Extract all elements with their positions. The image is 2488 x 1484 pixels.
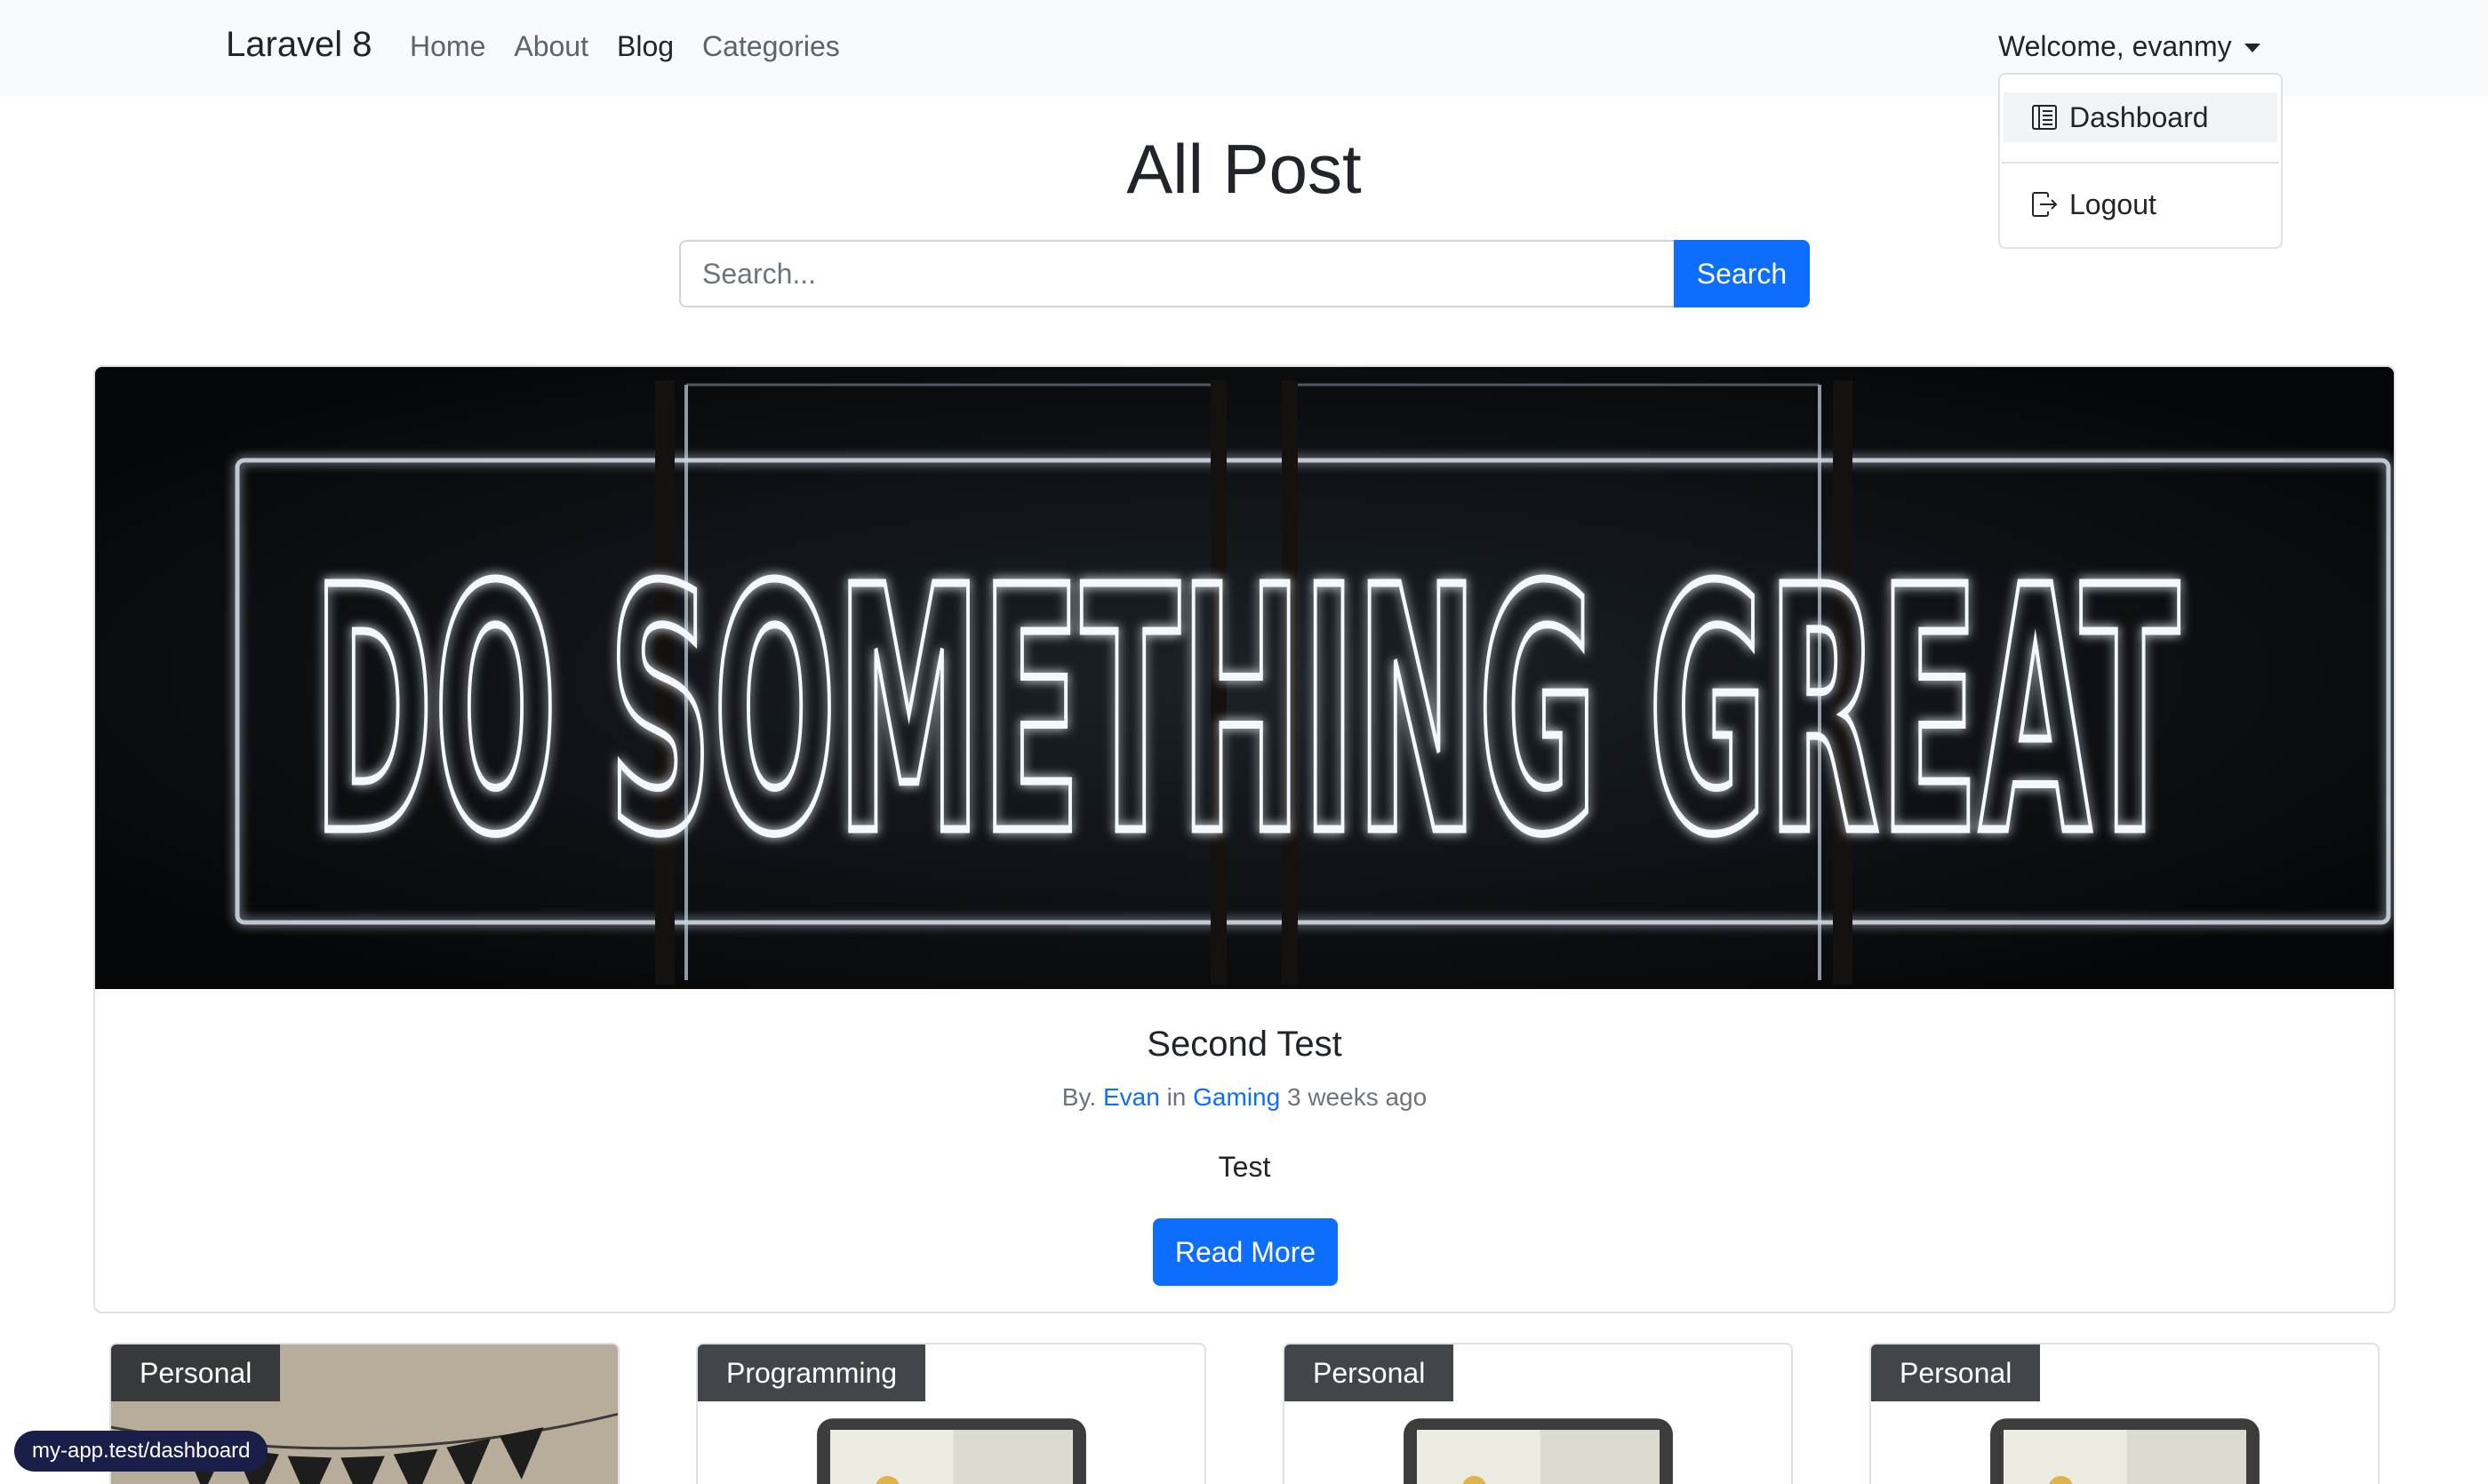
meta-by-prefix: By. bbox=[1061, 1083, 1097, 1111]
post-card[interactable]: Personal bbox=[1283, 1343, 1793, 1484]
search-button[interactable]: Search bbox=[1674, 240, 1810, 307]
featured-post-excerpt: Test bbox=[1218, 1151, 1271, 1183]
nav-link-home[interactable]: Home bbox=[410, 30, 485, 63]
dashboard-icon bbox=[2030, 103, 2059, 132]
post-category-badge[interactable]: Personal bbox=[1284, 1344, 1454, 1401]
caret-down-icon bbox=[2244, 43, 2260, 52]
brand-logo[interactable]: Laravel 8 bbox=[226, 25, 372, 65]
nav-link-blog[interactable]: Blog bbox=[617, 30, 674, 63]
neon-sign-text: DO SOMETHING GREAT bbox=[313, 515, 2180, 909]
welcome-text: Welcome, evanmy bbox=[1998, 30, 2232, 62]
post-card[interactable]: Personal bbox=[1869, 1343, 2380, 1484]
neon-sign-image: DO SOMETHING GREAT bbox=[95, 367, 2394, 989]
user-menu-toggle[interactable]: Welcome, evanmy bbox=[1998, 30, 2260, 63]
status-bar-url: my-app.test/dashboard bbox=[14, 1431, 268, 1472]
featured-post-title: Second Test bbox=[1147, 1025, 1342, 1064]
author-link[interactable]: Evan bbox=[1103, 1083, 1160, 1111]
featured-post-image[interactable]: DO SOMETHING GREAT bbox=[95, 367, 2394, 989]
featured-post-meta: By. Evan in Gaming 3 weeks ago bbox=[95, 1083, 2394, 1112]
post-card[interactable]: Programming bbox=[696, 1343, 1206, 1484]
search-input[interactable] bbox=[679, 240, 1674, 307]
featured-post-card: DO SOMETHING GREAT Second Test By. Evan … bbox=[93, 365, 2396, 1313]
post-category-badge[interactable]: Programming bbox=[698, 1344, 926, 1401]
post-category-badge[interactable]: Personal bbox=[111, 1344, 281, 1401]
read-more-button[interactable]: Read More bbox=[1153, 1218, 1338, 1286]
search-form: Search bbox=[679, 240, 1810, 307]
meta-in-word: in bbox=[1166, 1083, 1187, 1111]
category-link[interactable]: Gaming bbox=[1193, 1083, 1280, 1111]
meta-time-ago: 3 weeks ago bbox=[1286, 1083, 1428, 1111]
nav-link-about[interactable]: About bbox=[514, 30, 588, 63]
post-category-badge[interactable]: Personal bbox=[1871, 1344, 2041, 1401]
nav-link-categories[interactable]: Categories bbox=[702, 30, 840, 63]
nav-links: Home About Blog Categories bbox=[410, 30, 840, 63]
page-title: All Post bbox=[1126, 130, 1362, 208]
